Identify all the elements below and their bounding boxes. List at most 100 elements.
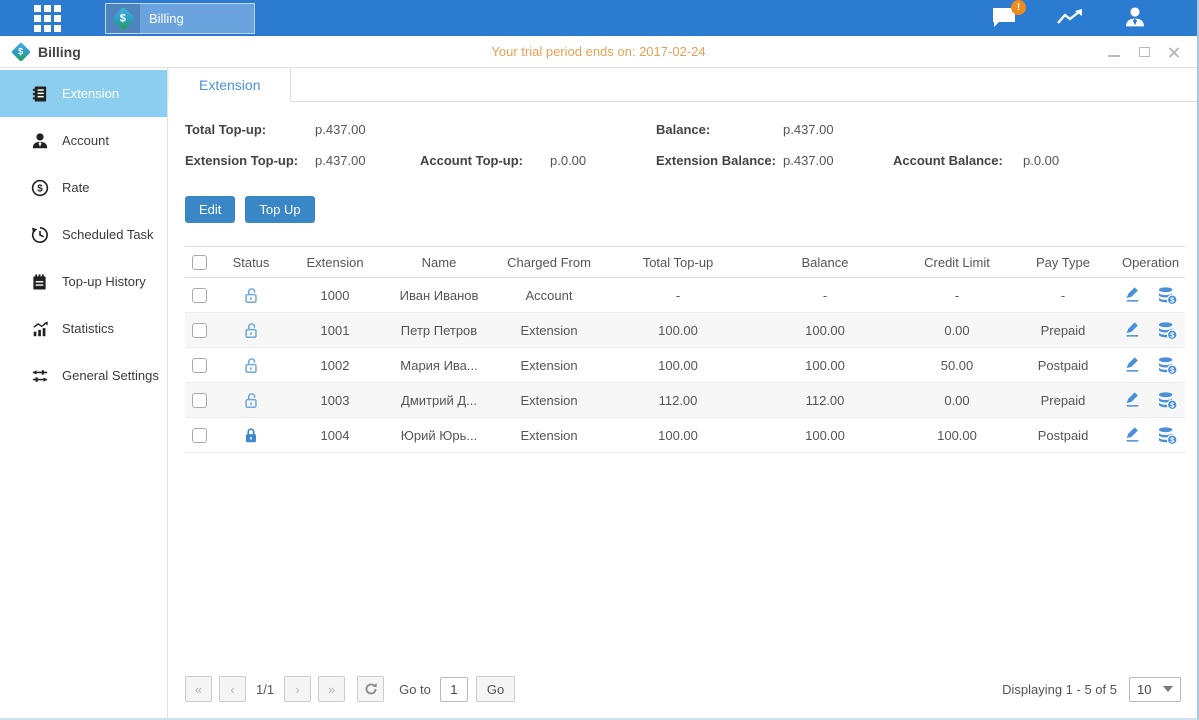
maximize-button[interactable] <box>1137 46 1151 58</box>
taskbar-tab-billing[interactable]: $ Billing <box>105 3 255 34</box>
sidebar-item-account[interactable]: Account <box>0 117 167 164</box>
row-checkbox[interactable] <box>192 428 207 443</box>
row-topup-button[interactable]: $ <box>1157 286 1178 305</box>
extension-balance-label: Extension Balance: <box>656 153 783 168</box>
window-title-bar: $ Billing Your trial period ends on: 201… <box>0 36 1197 68</box>
row-edit-button[interactable] <box>1123 391 1141 409</box>
chevron-down-icon <box>1163 686 1173 692</box>
sidebar-item-label: General Settings <box>62 368 159 383</box>
go-button[interactable]: Go <box>476 676 515 702</box>
cell-operation: $ <box>1113 321 1188 340</box>
row-edit-button[interactable] <box>1123 426 1141 444</box>
sidebar-item-statistics[interactable]: Statistics <box>0 305 167 352</box>
row-topup-button[interactable]: $ <box>1157 426 1178 445</box>
row-edit-button[interactable] <box>1123 286 1141 304</box>
row-topup-button[interactable]: $ <box>1157 391 1178 410</box>
cell-operation: $ <box>1113 286 1188 305</box>
minimize-button[interactable] <box>1107 46 1121 58</box>
sidebar-item-extension[interactable]: Extension <box>0 70 167 117</box>
row-checkbox[interactable] <box>192 393 207 408</box>
cell-credit-limit: - <box>901 288 1013 303</box>
extension-topup-label: Extension Top-up: <box>185 153 315 168</box>
first-page-button[interactable]: « <box>185 676 212 702</box>
cell-credit-limit: 0.00 <box>901 393 1013 408</box>
cell-pay-type: Postpaid <box>1013 428 1113 443</box>
tab-extension[interactable]: Extension <box>168 68 291 102</box>
table-header-row: StatusExtensionNameCharged FromTotal Top… <box>185 246 1185 278</box>
topup-button[interactable]: Top Up <box>245 196 314 223</box>
unlock-icon <box>219 356 283 375</box>
toolbar: Edit Top Up <box>168 176 1197 246</box>
cell-charged-from: Extension <box>491 393 607 408</box>
column-header-pay-type: Pay Type <box>1013 255 1113 270</box>
balance-label: Balance: <box>656 122 783 137</box>
cell-credit-limit: 100.00 <box>901 428 1013 443</box>
tab-strip: Extension <box>168 68 1197 102</box>
sidebar-item-label: Scheduled Task <box>62 227 154 242</box>
column-header-total-top-up: Total Top-up <box>607 255 749 270</box>
cell-operation: $ <box>1113 426 1188 445</box>
row-topup-button[interactable]: $ <box>1157 321 1178 340</box>
edit-icon <box>1123 321 1141 339</box>
cell-operation: $ <box>1113 356 1188 375</box>
table-row: 1004Юрий Юрь...Extension100.00100.00100.… <box>185 418 1185 453</box>
row-edit-button[interactable] <box>1123 356 1141 374</box>
edit-icon <box>1123 356 1141 374</box>
prev-page-button[interactable]: ‹ <box>219 676 246 702</box>
next-page-button[interactable]: › <box>284 676 311 702</box>
sidebar-item-label: Statistics <box>62 321 114 336</box>
row-checkbox[interactable] <box>192 358 207 373</box>
row-checkbox[interactable] <box>192 288 207 303</box>
sidebar-item-general-settings[interactable]: General Settings <box>0 352 167 399</box>
account-topup-value: p.0.00 <box>550 153 656 168</box>
unlock-icon <box>219 286 283 305</box>
extension-icon <box>30 84 49 103</box>
account-balance-label: Account Balance: <box>893 153 1023 168</box>
goto-page-input[interactable] <box>440 677 468 702</box>
sidebar-item-scheduled-task[interactable]: Scheduled Task <box>0 211 167 258</box>
cell-pay-type: - <box>1013 288 1113 303</box>
cell-credit-limit: 50.00 <box>901 358 1013 373</box>
messages-icon[interactable]: ! <box>991 6 1019 30</box>
tab-label: Extension <box>199 77 260 93</box>
extension-topup-value: p.437.00 <box>315 153 420 168</box>
column-header-credit-limit: Credit Limit <box>901 255 1013 270</box>
cell-charged-from: Account <box>491 288 607 303</box>
select-all-checkbox[interactable] <box>192 255 207 270</box>
cell-name: Юрий Юрь... <box>387 428 491 443</box>
cell-extension: 1004 <box>283 428 387 443</box>
account-balance-value: p.0.00 <box>1023 153 1180 168</box>
account-topup-label: Account Top-up: <box>420 153 550 168</box>
sidebar-item-top-up-history[interactable]: Top-up History <box>0 258 167 305</box>
page-indicator: 1/1 <box>256 682 274 697</box>
row-checkbox[interactable] <box>192 323 207 338</box>
sidebar-item-rate[interactable]: $Rate <box>0 164 167 211</box>
table-row: 1002Мария Ива...Extension100.00100.0050.… <box>185 348 1185 383</box>
page-size-select[interactable]: 10 <box>1129 677 1181 702</box>
cell-pay-type: Postpaid <box>1013 358 1113 373</box>
unlock-icon <box>219 321 283 340</box>
edit-button[interactable]: Edit <box>185 196 235 223</box>
close-button[interactable] <box>1167 46 1181 58</box>
cell-name: Мария Ива... <box>387 358 491 373</box>
table-row: 1000Иван ИвановAccount----$ <box>185 278 1185 313</box>
user-account-icon[interactable] <box>1121 6 1149 30</box>
table-row: 1003Дмитрий Д...Extension112.00112.000.0… <box>185 383 1185 418</box>
refresh-button[interactable] <box>357 676 384 702</box>
chart-icon[interactable] <box>1056 6 1084 30</box>
row-topup-button[interactable]: $ <box>1157 356 1178 375</box>
cell-total-topup: 100.00 <box>607 358 749 373</box>
cell-charged-from: Extension <box>491 428 607 443</box>
app-grid-icon[interactable] <box>34 5 61 32</box>
balance-summary: Total Top-up: p.437.00 Balance: p.437.00… <box>168 102 1197 176</box>
topup-history-icon <box>30 272 49 291</box>
cell-extension: 1000 <box>283 288 387 303</box>
rate-icon: $ <box>30 178 49 197</box>
billing-logo-icon: $ <box>11 42 31 62</box>
row-topup-icon: $ <box>1157 356 1178 375</box>
last-page-button[interactable]: » <box>318 676 345 702</box>
account-icon <box>30 131 49 150</box>
cell-operation: $ <box>1113 391 1188 410</box>
row-edit-button[interactable] <box>1123 321 1141 339</box>
extensions-table: StatusExtensionNameCharged FromTotal Top… <box>185 246 1185 453</box>
